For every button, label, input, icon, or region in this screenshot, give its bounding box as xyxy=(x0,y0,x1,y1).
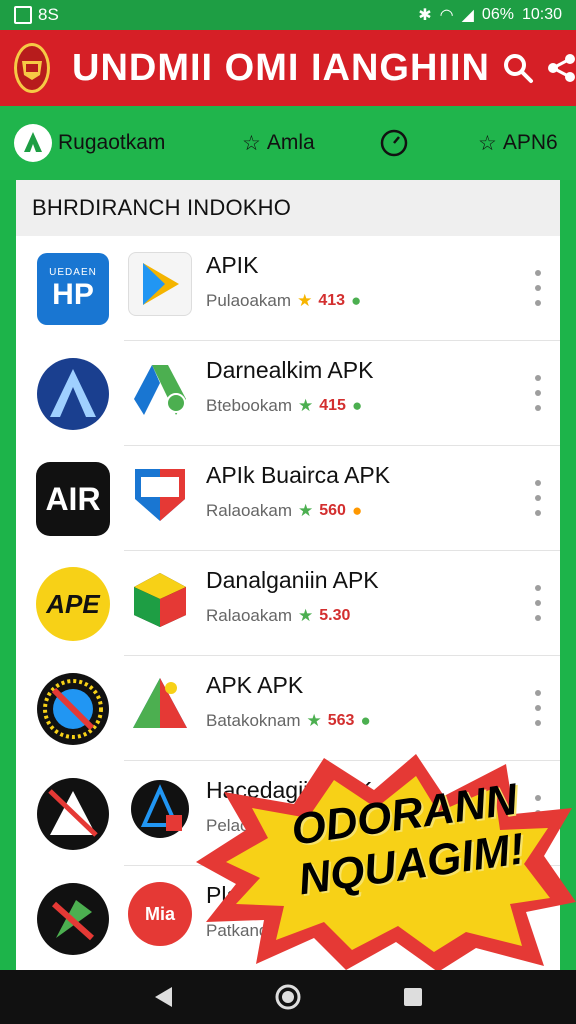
app-title: UNDMII OMI IANGHIIN xyxy=(72,46,490,89)
star-icon: ★ xyxy=(298,501,314,520)
app-rating: 413 xyxy=(318,292,346,309)
star-icon: ★ xyxy=(298,396,314,415)
app-info: APIK Pulaoakam ★ 413 ● xyxy=(206,252,361,311)
more-options-icon[interactable] xyxy=(530,585,546,621)
app-meta: Ralaoakam ★ 5.30 xyxy=(206,606,379,626)
leaf-icon: ● xyxy=(351,501,363,520)
tab-label: APN6 xyxy=(502,131,558,154)
list-item[interactable]: UEDAEN HP APIK Pulaoakam ★ 413 ● xyxy=(16,236,560,341)
search-icon[interactable] xyxy=(502,46,534,90)
app-name: Darnealkim APK xyxy=(206,357,374,383)
list-item[interactable]: AIR APIk Buairca APK Ralaoakam ★ 560 ● xyxy=(16,446,560,551)
back-icon[interactable] xyxy=(143,977,183,1017)
status-bar: 8S ✱ ◠ ◢ 06% 10:30 xyxy=(0,0,576,30)
wifi-icon: ◠ xyxy=(439,7,454,24)
app-rating: 563 xyxy=(327,712,355,729)
app-meta: Ralaoakam ★ 560 ● xyxy=(206,501,390,521)
tab-apn6[interactable]: ☆ APN6 xyxy=(478,131,558,156)
list-item[interactable]: APK APK Batakoknam ★ 563 ● xyxy=(16,656,560,761)
app-subtitle: Ralaoakam xyxy=(206,606,292,625)
star-icon: ★ xyxy=(297,291,313,310)
leaf-icon: ● xyxy=(360,711,371,730)
app-info: APK APK Batakoknam ★ 563 ● xyxy=(206,672,371,731)
app-name: APIk Buairca APK xyxy=(206,462,391,488)
more-options-icon[interactable] xyxy=(530,480,546,516)
leaf-icon: ● xyxy=(351,396,363,415)
app-rating: 5.30 xyxy=(319,607,351,624)
more-options-icon[interactable] xyxy=(530,270,546,306)
app-info: APIk Buairca APK Ralaoakam ★ 560 ● xyxy=(206,462,390,521)
app-info: Darnealkim APK Btebookam ★ 415 ● xyxy=(206,357,373,416)
home-icon[interactable] xyxy=(268,977,308,1017)
tab-bar: Rugaotkam ☆ Amla ☆ APN6 xyxy=(0,106,576,180)
share-icon[interactable] xyxy=(546,46,576,90)
icon-text: APE xyxy=(36,567,110,641)
app-meta: Batakoknam ★ 563 ● xyxy=(206,711,371,731)
app-subtitle: Pulaoakam xyxy=(206,291,292,310)
badge-app-icon xyxy=(36,672,110,746)
tab-amla[interactable]: ☆ Amla xyxy=(242,131,372,156)
app-subtitle: Btebookam xyxy=(206,396,292,415)
logo-crest-icon xyxy=(14,43,50,93)
list-item[interactable]: Darnealkim APK Btebookam ★ 415 ● xyxy=(16,341,560,446)
tab-label: Amla xyxy=(266,131,315,154)
pyramid-app-icon xyxy=(36,777,110,851)
more-options-icon[interactable] xyxy=(530,375,546,411)
signal-icon: ◢ xyxy=(461,7,474,24)
tab-rugaotkam[interactable]: Rugaotkam xyxy=(14,124,214,162)
arrow-app-icon xyxy=(36,882,110,956)
hp-app-icon: UEDAEN HP xyxy=(36,252,110,326)
app-meta: Pulaoakam ★ 413 ● xyxy=(206,291,361,311)
app-name: APK APK xyxy=(206,672,304,698)
tab-clock[interactable] xyxy=(378,127,418,159)
app-subtitle: Ralaoakam xyxy=(206,501,292,520)
tree-icon xyxy=(14,124,52,162)
app-rating: 560 xyxy=(319,502,346,519)
app-subtitle: Batakoknam xyxy=(206,711,301,730)
recents-icon[interactable] xyxy=(393,977,433,1017)
ape-app-icon: APE xyxy=(36,567,110,641)
app-info: Danalganiin APK Ralaoakam ★ 5.30 xyxy=(206,567,379,626)
tab-label: Rugaotkam xyxy=(58,131,166,154)
more-options-icon[interactable] xyxy=(530,690,546,726)
star-icon: ☆ xyxy=(478,131,497,155)
icon-small-text: UEDAEN xyxy=(49,266,97,278)
drive-app-icon xyxy=(128,357,192,421)
icon-text: HP xyxy=(52,277,94,311)
icon-text: Mia xyxy=(144,903,175,924)
status-left-text: 8S xyxy=(38,5,59,24)
clock-time: 10:30 xyxy=(521,6,562,23)
app-rating: 415 xyxy=(319,397,346,414)
icon-text: AIR xyxy=(36,462,110,536)
mountain-app-icon xyxy=(36,357,110,431)
play-store-icon xyxy=(128,252,192,316)
app-name: APIK xyxy=(206,252,259,278)
cube-app-icon xyxy=(128,567,192,631)
list-item[interactable]: APE Danalganiin APK Ralaoakam ★ 5.30 xyxy=(16,551,560,656)
battery-text: 06% xyxy=(481,6,514,23)
leaf-icon: ● xyxy=(351,291,362,310)
triangle-app-icon xyxy=(128,672,192,736)
bluetooth-icon: ✱ xyxy=(418,7,432,24)
app-name: Danalganiin APK xyxy=(206,567,379,593)
notification-icon xyxy=(14,6,32,24)
star-icon: ★ xyxy=(306,711,322,730)
shield-app-icon xyxy=(128,462,192,526)
star-icon: ★ xyxy=(298,606,314,625)
app-meta: Btebookam ★ 415 ● xyxy=(206,396,373,416)
app-bar: UNDMII OMI IANGHIIN xyxy=(0,30,576,106)
star-icon: ☆ xyxy=(242,131,261,155)
air-app-icon: AIR xyxy=(36,462,110,536)
section-header: BHRDIRANCH INDOKHO xyxy=(16,180,560,236)
system-nav-bar xyxy=(0,970,576,1024)
clock-icon xyxy=(380,129,408,157)
